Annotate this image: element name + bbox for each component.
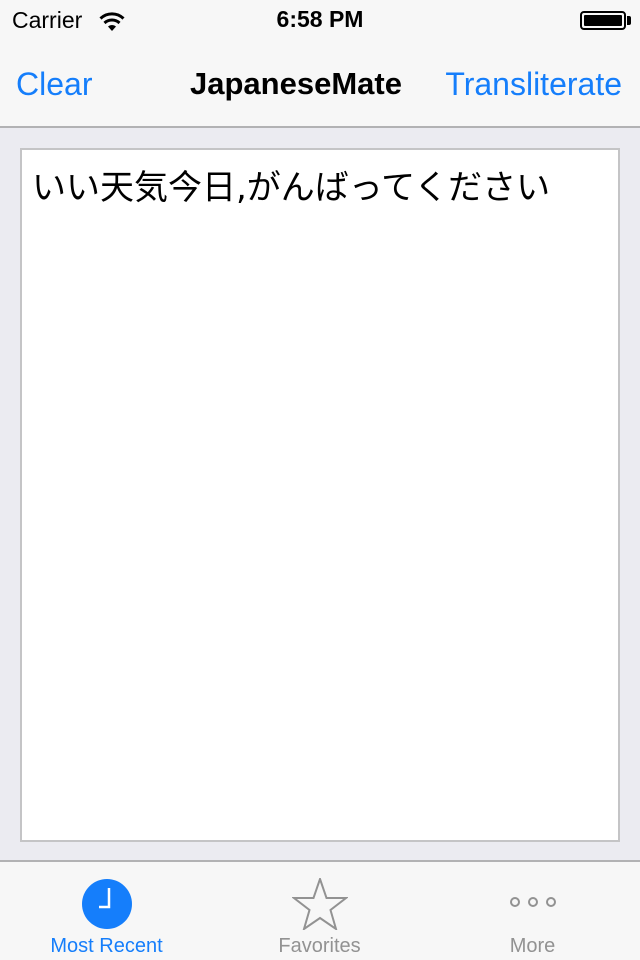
- clear-button[interactable]: Clear: [16, 66, 92, 103]
- clock-icon: [81, 879, 132, 929]
- tab-most-recent[interactable]: Most Recent: [0, 862, 213, 960]
- tab-favorites[interactable]: Favorites: [213, 862, 426, 960]
- page-title: JapaneseMate: [190, 66, 402, 101]
- input-text-area[interactable]: いい天気今日,がんばってください: [20, 148, 620, 842]
- more-icon: [509, 897, 556, 907]
- status-bar: Carrier 6:58 PM: [0, 0, 640, 40]
- battery-icon: [580, 11, 626, 30]
- tab-label: More: [509, 935, 556, 957]
- star-icon: [291, 878, 348, 930]
- navigation-bar: Clear JapaneseMate Transliterate: [0, 40, 640, 128]
- tab-label: Favorites: [278, 935, 361, 957]
- tab-bar: Most Recent Favorites More: [0, 860, 640, 960]
- input-text: いい天気今日,がんばってください: [32, 168, 551, 208]
- transliterate-button[interactable]: Transliterate: [445, 66, 622, 103]
- tab-label: Most Recent: [50, 935, 163, 957]
- battery-nub: [627, 16, 631, 25]
- status-time: 6:58 PM: [276, 6, 364, 32]
- tab-more[interactable]: More: [426, 862, 639, 960]
